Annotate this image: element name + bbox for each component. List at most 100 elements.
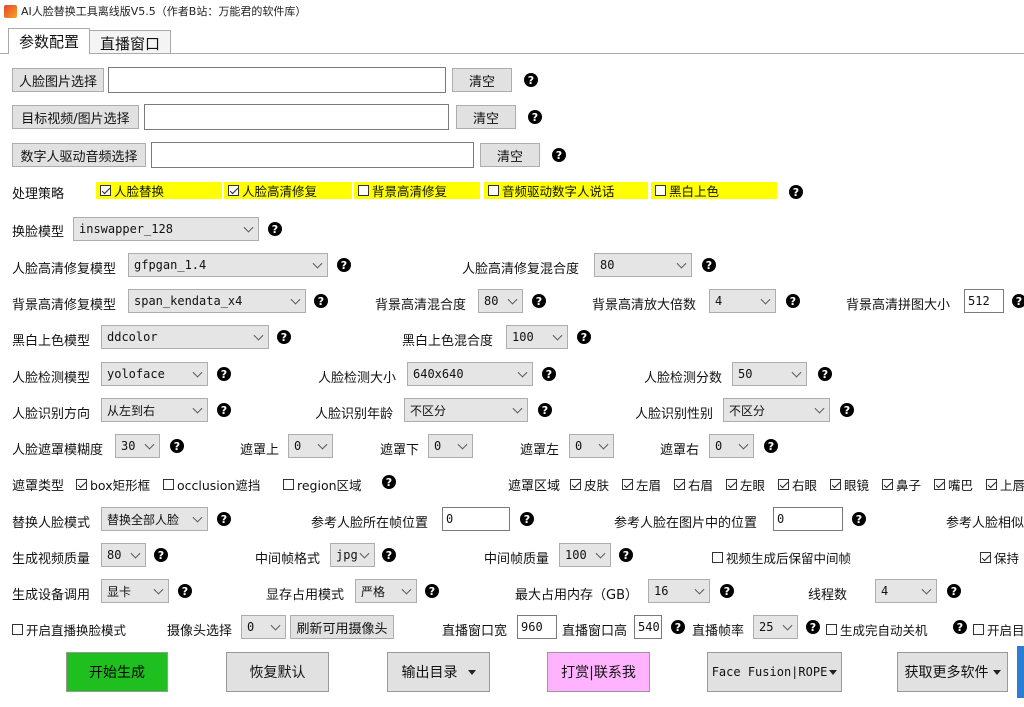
- recog-age-select[interactable]: 不区分: [404, 398, 528, 422]
- output-dir-button[interactable]: 输出目录: [387, 652, 490, 692]
- help-icon[interactable]: ?: [542, 367, 556, 381]
- recog-direction-select[interactable]: 从左到右: [101, 398, 208, 422]
- mask-type-box-checkbox[interactable]: box矩形框: [76, 475, 150, 494]
- target-video-path-field[interactable]: [144, 104, 449, 130]
- face-enhance-model-select[interactable]: gfpgan_1.4: [128, 253, 328, 277]
- help-icon[interactable]: ?: [702, 258, 716, 272]
- strategy-face-enhance-checkbox[interactable]: 人脸高清修复: [224, 182, 352, 199]
- swap-model-select[interactable]: inswapper_128: [73, 217, 259, 241]
- mask-right-select[interactable]: 0: [709, 434, 754, 458]
- refresh-camera-button[interactable]: 刷新可用摄像头: [290, 615, 394, 639]
- help-icon[interactable]: ?: [217, 403, 231, 417]
- mask-region-left-brow-checkbox[interactable]: 左眉: [622, 475, 661, 494]
- bg-enhance-scale-select[interactable]: 4: [709, 289, 776, 313]
- help-icon[interactable]: ?: [818, 367, 832, 381]
- strategy-colorize-checkbox[interactable]: 黑白上色: [651, 182, 777, 199]
- help-icon[interactable]: ?: [806, 620, 820, 634]
- face-image-select-button[interactable]: 人脸图片选择: [12, 68, 104, 92]
- threads-select[interactable]: 4: [875, 579, 937, 603]
- audio-clear-button[interactable]: 清空: [480, 143, 540, 167]
- mask-type-region-checkbox[interactable]: region区域: [283, 475, 362, 494]
- help-icon[interactable]: ?: [277, 330, 291, 344]
- help-icon[interactable]: ?: [953, 620, 967, 634]
- video-quality-select[interactable]: 80: [101, 543, 146, 567]
- help-icon[interactable]: ?: [538, 403, 552, 417]
- mask-region-skin-checkbox[interactable]: 皮肤: [570, 475, 609, 494]
- mask-type-occlusion-checkbox[interactable]: occlusion遮挡: [163, 475, 260, 494]
- open-dir-checkbox[interactable]: 开启目: [973, 620, 1024, 639]
- help-icon[interactable]: ?: [840, 403, 854, 417]
- mask-blur-select[interactable]: 30: [115, 434, 160, 458]
- help-icon[interactable]: ?: [268, 222, 282, 236]
- donate-contact-button[interactable]: 打赏|联系我: [547, 652, 650, 692]
- tab-live[interactable]: 直播窗口: [89, 30, 172, 54]
- target-video-select-button[interactable]: 目标视频/图片选择: [12, 105, 139, 129]
- help-icon[interactable]: ?: [852, 512, 866, 526]
- device-select[interactable]: 显卡: [101, 579, 169, 603]
- help-icon[interactable]: ?: [217, 512, 231, 526]
- mask-left-select[interactable]: 0: [569, 434, 614, 458]
- help-icon[interactable]: ?: [671, 620, 685, 634]
- live-width-input[interactable]: 960: [517, 615, 557, 639]
- help-icon[interactable]: ?: [1012, 294, 1024, 308]
- max-memory-select[interactable]: 16: [648, 579, 710, 603]
- start-generate-button[interactable]: 开始生成: [66, 652, 168, 692]
- help-icon[interactable]: ?: [619, 548, 633, 562]
- auto-shutdown-checkbox[interactable]: 生成完自动关机: [826, 620, 928, 639]
- help-icon[interactable]: ?: [552, 148, 566, 162]
- help-icon[interactable]: ?: [524, 73, 538, 87]
- help-icon[interactable]: ?: [170, 439, 184, 453]
- bg-enhance-model-select[interactable]: span_kendata_x4: [128, 289, 306, 313]
- help-icon[interactable]: ?: [577, 330, 591, 344]
- help-icon[interactable]: ?: [382, 475, 396, 489]
- replace-mode-select[interactable]: 替换全部人脸: [101, 507, 208, 531]
- camera-select[interactable]: 0: [241, 615, 286, 639]
- help-icon[interactable]: ?: [382, 548, 396, 562]
- face-image-clear-button[interactable]: 清空: [452, 68, 512, 92]
- help-icon[interactable]: ?: [947, 584, 961, 598]
- mask-region-right-eye-checkbox[interactable]: 右眼: [778, 475, 817, 494]
- help-icon[interactable]: ?: [337, 258, 351, 272]
- live-fps-select[interactable]: 25: [753, 615, 798, 639]
- help-icon[interactable]: ?: [789, 185, 803, 199]
- help-icon[interactable]: ?: [520, 512, 534, 526]
- mask-region-glasses-checkbox[interactable]: 眼镜: [830, 475, 869, 494]
- bg-enhance-tile-input[interactable]: 512: [964, 289, 1004, 313]
- keep-checkbox[interactable]: 保持: [980, 548, 1019, 567]
- live-height-input[interactable]: 540: [634, 615, 662, 639]
- engine-select-button[interactable]: Face Fusion|ROPE: [707, 652, 842, 692]
- help-icon[interactable]: ?: [425, 584, 439, 598]
- mask-region-left-eye-checkbox[interactable]: 左眼: [726, 475, 765, 494]
- face-image-path-field[interactable]: [108, 67, 446, 93]
- help-icon[interactable]: ?: [786, 294, 800, 308]
- live-mode-checkbox[interactable]: 开启直播换脸模式: [12, 620, 126, 639]
- detect-model-select[interactable]: yoloface: [101, 362, 208, 386]
- mask-region-mouth-checkbox[interactable]: 嘴巴: [934, 475, 973, 494]
- audio-path-field[interactable]: [151, 142, 474, 168]
- help-icon[interactable]: ?: [720, 584, 734, 598]
- ref-face-frame-input[interactable]: 0: [442, 507, 510, 531]
- colorize-blend-select[interactable]: 100: [506, 325, 568, 349]
- mask-region-upper-lip-checkbox[interactable]: 上唇: [986, 475, 1024, 494]
- strategy-bg-enhance-checkbox[interactable]: 背景高清修复: [354, 182, 480, 199]
- more-software-button[interactable]: 获取更多软件: [897, 652, 1008, 692]
- face-enhance-blend-select[interactable]: 80: [594, 253, 692, 277]
- mask-bottom-select[interactable]: 0: [428, 434, 473, 458]
- strategy-face-swap-checkbox[interactable]: 人脸替换: [96, 182, 222, 199]
- help-icon[interactable]: ?: [532, 294, 546, 308]
- colorize-model-select[interactable]: ddcolor: [101, 325, 269, 349]
- restore-default-button[interactable]: 恢复默认: [226, 652, 329, 692]
- frame-quality-select[interactable]: 100: [559, 543, 611, 567]
- detect-size-select[interactable]: 640x640: [407, 362, 533, 386]
- target-video-clear-button[interactable]: 清空: [456, 105, 516, 129]
- tab-params[interactable]: 参数配置: [8, 28, 91, 54]
- detect-score-select[interactable]: 50: [732, 362, 807, 386]
- keep-frames-checkbox[interactable]: 视频生成后保留中间帧: [712, 548, 851, 567]
- ref-face-img-pos-input[interactable]: 0: [773, 507, 843, 531]
- mask-region-nose-checkbox[interactable]: 鼻子: [882, 475, 921, 494]
- recog-gender-select[interactable]: 不区分: [723, 398, 830, 422]
- help-icon[interactable]: ?: [314, 294, 328, 308]
- mask-region-right-brow-checkbox[interactable]: 右眉: [674, 475, 713, 494]
- help-icon[interactable]: ?: [217, 367, 231, 381]
- bg-enhance-blend-select[interactable]: 80: [478, 289, 523, 313]
